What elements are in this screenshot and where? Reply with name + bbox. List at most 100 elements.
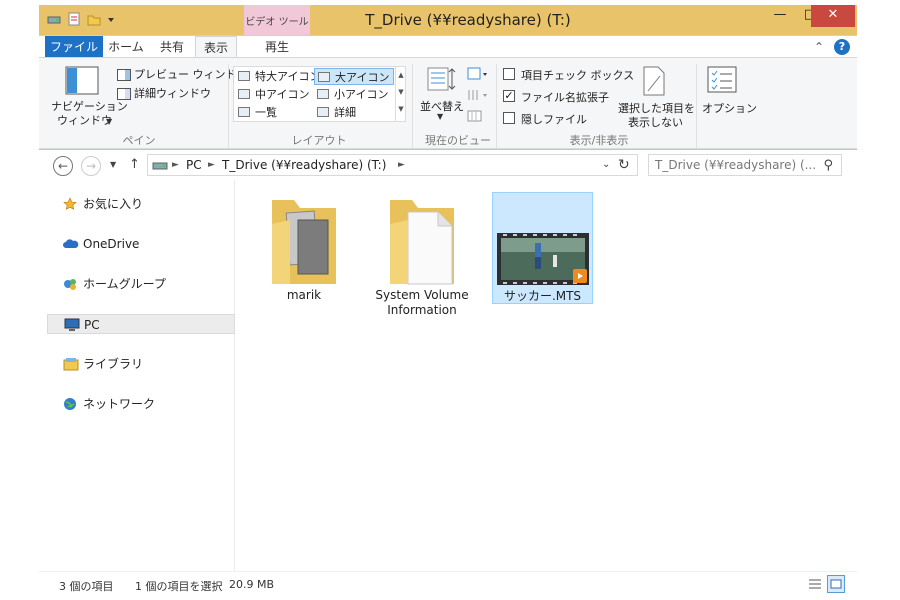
chevron-right-icon[interactable]: ► — [172, 155, 179, 175]
large-icons-view-icon[interactable] — [827, 575, 845, 593]
drive-icon — [152, 158, 168, 178]
layout-list[interactable]: 一覧 — [235, 104, 313, 121]
search-input[interactable]: T_Drive (¥¥readyshare) (... ⚲ — [648, 154, 842, 176]
back-button[interactable]: ← — [53, 156, 73, 176]
chevron-right-icon[interactable]: ► — [398, 155, 405, 175]
hidden-items-label[interactable]: 隠しファイル — [521, 111, 587, 127]
minimize-button[interactable]: — — [765, 5, 795, 27]
nav-item-label: お気に入り — [83, 197, 144, 211]
nav-item-onedrive[interactable]: OneDrive — [47, 234, 235, 254]
tab-file[interactable]: ファイル — [45, 36, 103, 58]
layout-item-label: 特大アイコン — [255, 70, 321, 83]
breadcrumb-pc[interactable]: PC — [186, 155, 202, 175]
details-pane-icon[interactable] — [117, 85, 131, 104]
library-icon — [63, 357, 79, 371]
content-area: お気に入り OneDrive ホームグループ PC ライブラリ ネットワーク m… — [39, 180, 857, 571]
options-icon[interactable] — [707, 66, 737, 98]
current-view-group-label: 現在のビュー — [425, 134, 491, 147]
title-bar: ビデオ ツール T_Drive (¥¥readyshare) (T:) — □ … — [39, 5, 857, 35]
layout-item-label: 詳細 — [334, 106, 356, 119]
dropdown-arrow-icon[interactable]: ▼ — [106, 117, 112, 126]
preview-pane-icon[interactable] — [117, 66, 131, 85]
preview-pane-label[interactable]: プレビュー ウィンドウ — [134, 66, 248, 82]
pc-icon — [64, 318, 80, 332]
nav-item-favorites[interactable]: お気に入り — [47, 194, 235, 214]
address-toolbar: ← → ▼ ↑ ► PC ► T_Drive (¥¥readyshare) (T… — [39, 150, 857, 180]
layout-extra-large-icons[interactable]: 特大アイコン — [235, 68, 320, 85]
navigation-pane: お気に入り OneDrive ホームグループ PC ライブラリ ネットワーク — [39, 180, 235, 571]
file-item-soccer-mts[interactable]: サッカー.MTS — [492, 192, 593, 304]
add-columns-icon[interactable] — [467, 87, 489, 106]
sort-by-icon[interactable] — [427, 66, 457, 98]
size-columns-icon[interactable] — [467, 108, 483, 127]
hidden-items-checkbox[interactable] — [503, 112, 515, 124]
tab-playback[interactable]: 再生 — [244, 36, 310, 58]
help-icon[interactable]: ? — [834, 39, 850, 55]
layout-details[interactable]: 詳細 — [314, 104, 394, 121]
tab-home[interactable]: ホーム — [103, 36, 149, 58]
nav-item-label: OneDrive — [83, 237, 140, 251]
window-title: T_Drive (¥¥readyshare) (T:) — [365, 11, 571, 29]
ribbon-separator — [496, 64, 497, 148]
tab-view[interactable]: 表示 — [195, 36, 237, 58]
close-button[interactable]: ✕ — [811, 5, 855, 27]
network-icon — [63, 397, 77, 411]
file-name-line-1: System Volume — [375, 288, 469, 302]
item-count: 3 個の項目 — [59, 580, 114, 593]
nav-item-label: PC — [84, 318, 100, 332]
navigation-pane-icon[interactable] — [65, 66, 99, 100]
file-extensions-label[interactable]: ファイル名拡張子 — [521, 89, 609, 105]
layout-gallery: 特大アイコン 大アイコン 中アイコン 小アイコン 一覧 詳細 ▲ ▼ ▼ — [233, 66, 406, 122]
details-pane-label[interactable]: 詳細ウィンドウ — [134, 85, 211, 101]
details-view-icon[interactable] — [807, 577, 823, 597]
file-name: marik — [286, 288, 322, 302]
forward-button[interactable]: → — [81, 156, 101, 176]
nav-item-homegroup[interactable]: ホームグループ — [47, 274, 235, 294]
layout-item-label: 大アイコン — [335, 71, 390, 84]
chevron-right-icon[interactable]: ► — [208, 155, 215, 175]
tab-share[interactable]: 共有 — [149, 36, 195, 58]
item-checkboxes-checkbox[interactable] — [503, 68, 515, 80]
pane-group-label: ペイン — [122, 134, 156, 147]
homegroup-icon — [63, 277, 77, 291]
ribbon-tabs: ファイル ホーム 共有 表示 再生 ⌃ ? — [39, 35, 857, 58]
item-checkboxes-label[interactable]: 項目チェック ボックス — [521, 67, 634, 83]
ribbon-separator — [228, 64, 229, 148]
address-bar[interactable]: ► PC ► T_Drive (¥¥readyshare) (T:) ► ⌄ ↻ — [147, 154, 638, 176]
breadcrumb-drive[interactable]: T_Drive (¥¥readyshare) (T:) — [222, 155, 386, 175]
layout-small-icons[interactable]: 小アイコン — [314, 86, 394, 103]
file-extensions-checkbox[interactable]: ✓ — [503, 90, 515, 102]
folder-with-photos-icon — [264, 194, 344, 293]
up-arrow-icon[interactable]: ↑ — [129, 157, 140, 172]
file-item-system-volume-information[interactable]: System Volume Information — [372, 192, 472, 322]
file-item-marik[interactable]: marik — [254, 192, 354, 312]
layout-large-icons[interactable]: 大アイコン — [314, 68, 394, 85]
dropdown-arrow-icon[interactable]: ▼ — [437, 112, 443, 121]
refresh-icon[interactable]: ↻ — [618, 155, 630, 175]
ribbon-separator — [412, 64, 413, 148]
nav-item-label: ライブラリ — [83, 357, 144, 371]
options-label[interactable]: オプション — [702, 100, 757, 116]
layout-item-label: 中アイコン — [255, 88, 310, 101]
explorer-window: ビデオ ツール T_Drive (¥¥readyshare) (T:) — □ … — [39, 5, 857, 597]
search-placeholder: T_Drive (¥¥readyshare) (... — [655, 158, 817, 172]
selection-count: 1 個の項目を選択 — [135, 580, 223, 593]
address-dropdown-icon[interactable]: ⌄ — [602, 155, 610, 175]
cloud-icon — [63, 237, 79, 251]
nav-item-label: ネットワーク — [83, 397, 156, 411]
navigation-pane-label-2[interactable]: ウィンドウ — [57, 112, 112, 128]
collapse-ribbon-icon[interactable]: ⌃ — [814, 40, 824, 54]
file-name-line-2: Information — [387, 303, 457, 317]
file-name: サッカー.MTS — [503, 289, 582, 303]
group-by-icon[interactable] — [467, 66, 489, 85]
hide-selected-label-2[interactable]: 表示しない — [628, 114, 683, 130]
nav-item-network[interactable]: ネットワーク — [47, 394, 235, 414]
layout-medium-icons[interactable]: 中アイコン — [235, 86, 313, 103]
gallery-scroll[interactable]: ▲ ▼ ▼ — [395, 67, 406, 121]
recent-locations-icon[interactable]: ▼ — [110, 160, 116, 169]
nav-item-label: ホームグループ — [83, 277, 166, 291]
nav-item-pc[interactable]: PC — [47, 314, 235, 334]
search-icon[interactable]: ⚲ — [823, 156, 833, 176]
nav-item-libraries[interactable]: ライブラリ — [47, 354, 235, 374]
hide-selected-items-icon[interactable] — [641, 66, 667, 100]
